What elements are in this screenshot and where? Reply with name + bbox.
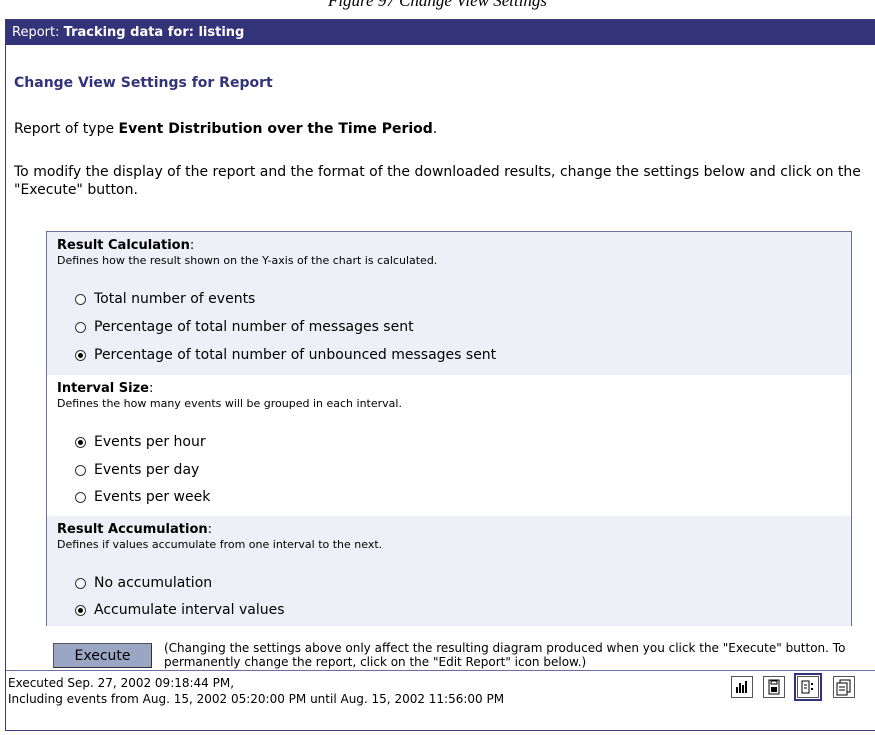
result-accumulation-description: Defines if values accumulate from one in… [57,538,383,551]
radio-events-per-hour[interactable]: Events per hour [75,431,206,453]
option-label: Total number of events [94,291,256,307]
footer-divider [6,670,875,671]
radio-percent-messages-sent[interactable]: Percentage of total number of messages s… [75,316,414,338]
bar-chart-icon[interactable] [731,676,753,698]
radio-events-per-day[interactable]: Events per day [75,459,199,481]
result-accumulation-title: Result Accumulation: [57,522,213,537]
option-label: Accumulate interval values [94,602,285,618]
radio-accumulate-values[interactable]: Accumulate interval values [75,599,285,621]
view-settings-icon[interactable] [794,673,822,701]
figure-caption: Figure 97 Change View Settings [327,0,548,10]
radio-button-selected[interactable] [75,349,86,361]
copy-report-icon[interactable] [833,676,855,698]
execute-button[interactable]: Execute [53,643,152,668]
interval-size-description: Defines the how many events will be grou… [57,397,402,410]
option-label: Events per week [94,489,211,505]
option-label: Events per day [94,462,200,478]
option-label: No accumulation [94,575,213,591]
radio-button[interactable] [75,491,86,503]
option-label: Events per hour [94,434,206,450]
result-accumulation-group: Result Accumulation: Defines if values a… [47,516,851,626]
result-calculation-title: Result Calculation: [57,238,195,253]
radio-button[interactable] [75,464,86,476]
option-label: Percentage of total number of messages s… [94,319,414,335]
radio-button[interactable] [75,577,86,589]
report-type-line: Report of type Event Distribution over t… [14,121,437,137]
result-calculation-group: Result Calculation: Defines how the resu… [47,232,851,375]
report-header-title: Tracking data for: listing [63,25,245,40]
option-label: Percentage of total number of unbounced … [94,347,497,363]
report-type-suffix: . [432,121,438,137]
report-header-label: Report: [12,25,60,40]
report-type-value: Event Distribution over the Time Period [118,121,433,137]
radio-total-events[interactable]: Total number of events [75,288,255,310]
report-type-prefix: Report of type [14,121,115,137]
instructions-text: To modify the display of the report and … [14,164,861,198]
result-calculation-description: Defines how the result shown on the Y-ax… [57,254,438,267]
settings-box: Result Calculation: Defines how the resu… [46,231,852,626]
interval-size-group: Interval Size: Defines the how many even… [47,375,851,505]
event-range: Including events from Aug. 15, 2002 05:2… [8,692,505,706]
executed-timestamp: Executed Sep. 27, 2002 09:18:44 PM, [8,676,235,690]
radio-button-selected[interactable] [75,436,86,448]
execute-note: (Changing the settings above only affect… [164,641,846,669]
radio-button[interactable] [75,321,86,333]
radio-button-selected[interactable] [75,604,86,616]
report-header-bar: Report: Tracking data for: listing [6,20,875,45]
radio-no-accumulation[interactable]: No accumulation [75,572,212,594]
radio-events-per-week[interactable]: Events per week [75,486,210,508]
radio-button[interactable] [75,293,86,305]
section-title: Change View Settings for Report [14,75,273,91]
footer-info: Executed Sep. 27, 2002 09:18:44 PM, Incl… [6,675,504,707]
radio-percent-unbounced[interactable]: Percentage of total number of unbounced … [75,344,496,366]
interval-size-title: Interval Size: [57,381,154,396]
save-download-icon[interactable] [763,676,785,698]
report-panel: Report: Tracking data for: listing Chang… [5,19,875,731]
